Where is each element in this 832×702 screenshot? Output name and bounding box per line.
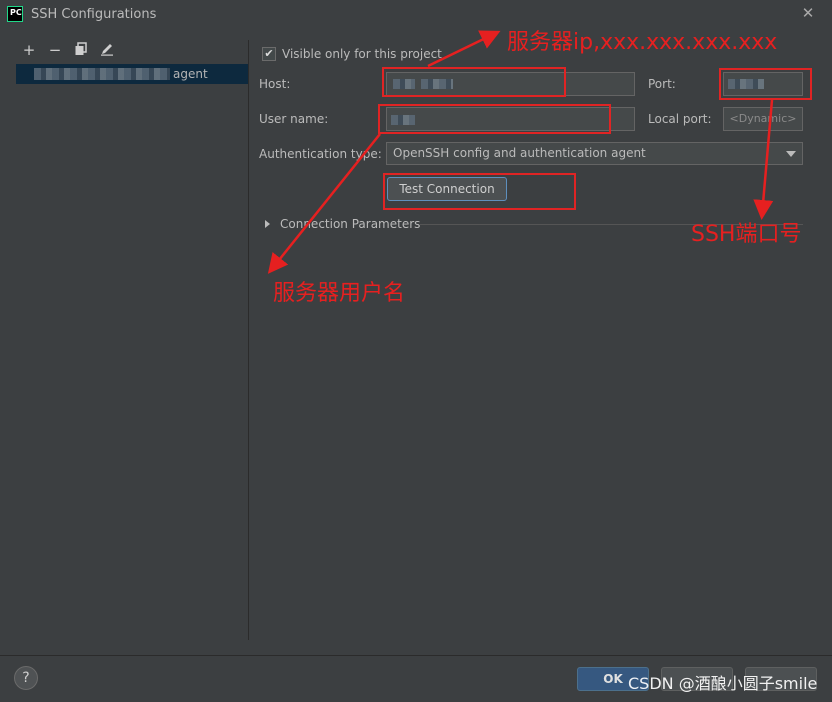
footer-divider xyxy=(0,655,832,656)
user-annotation-text: 服务器用户名 xyxy=(273,281,406,306)
annotation-arrows xyxy=(267,30,774,274)
port-annotation-text: SSH端口号 xyxy=(691,222,802,247)
help-icon[interactable]: ? xyxy=(14,666,38,690)
watermark: CSDN @酒酿小圆子smile xyxy=(628,674,818,693)
host-annotation-text: 服务器ip,xxx.xxx.xxx.xxx xyxy=(507,30,778,55)
